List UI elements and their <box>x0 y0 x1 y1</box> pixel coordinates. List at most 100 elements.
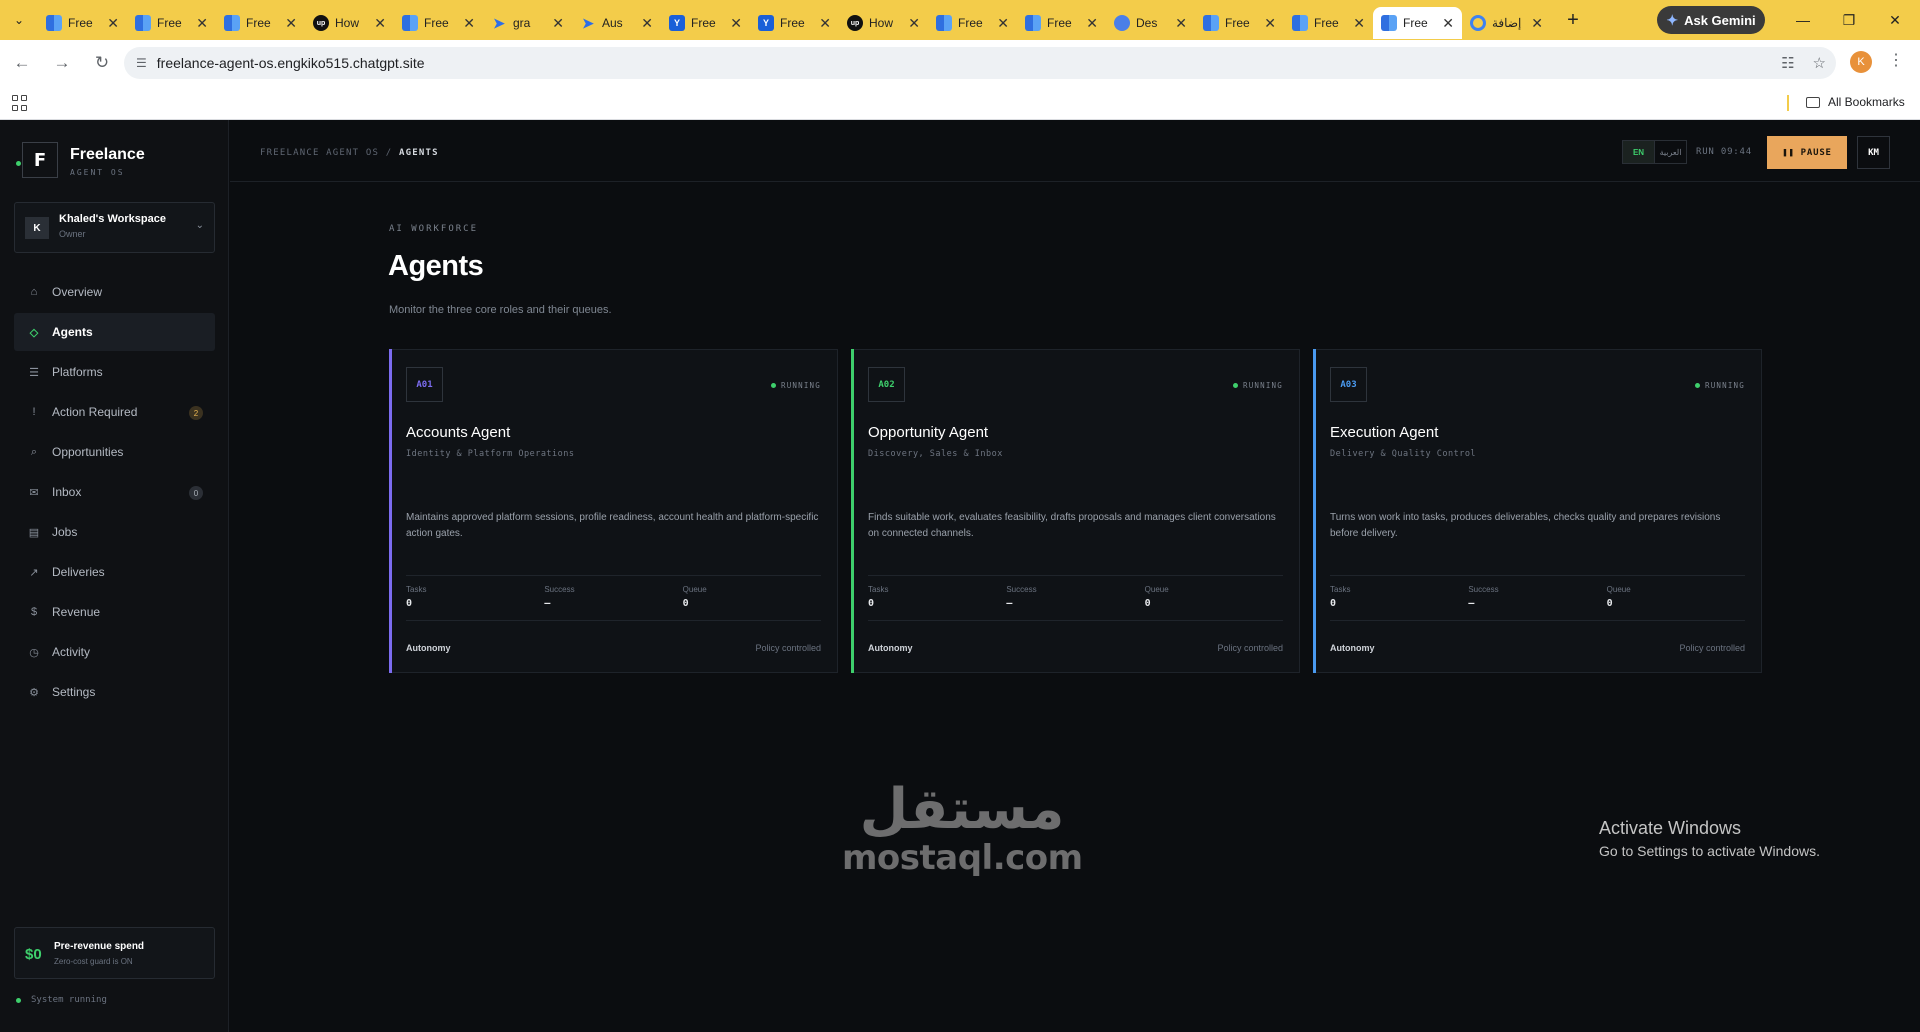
ask-gemini-button[interactable]: ✦ Ask Gemini <box>1657 6 1765 34</box>
pause-icon: ❚❚ <box>1782 147 1795 158</box>
browser-tab[interactable]: up How ✕ <box>839 7 928 39</box>
sidebar-item-overview[interactable]: ⌂ Overview <box>14 273 215 311</box>
browser-tab[interactable]: ➤ gra ✕ <box>483 7 572 39</box>
bookmark-star-icon[interactable]: ☆ <box>1813 54 1826 72</box>
arrow-icon: ➤ <box>582 14 594 31</box>
language-toggle: EN العربية <box>1622 140 1687 164</box>
close-tab-icon[interactable]: ✕ <box>997 15 1009 32</box>
lang-ar-button[interactable]: العربية <box>1655 141 1686 163</box>
browser-tab[interactable]: Free ✕ <box>38 7 127 39</box>
spend-amount: $0 <box>25 946 42 963</box>
workspace-switcher[interactable]: K Khaled's Workspace Owner ⌄ <box>14 202 215 253</box>
agent-role: Discovery, Sales & Inbox <box>868 449 1003 459</box>
status-badge: RUNNING <box>1232 381 1283 390</box>
agent-card[interactable]: A02 RUNNING Opportunity Agent Discovery, Sa… <box>851 349 1300 673</box>
browser-tab[interactable]: Free ✕ <box>1373 7 1462 39</box>
stat-value: 0 <box>1606 598 1613 609</box>
stat-value: — <box>1468 598 1475 609</box>
close-tab-icon[interactable]: ✕ <box>463 15 475 32</box>
close-tab-icon[interactable]: ✕ <box>196 15 208 32</box>
breadcrumb-root[interactable]: FREELANCE AGENT OS <box>260 148 379 158</box>
user-avatar[interactable]: KM <box>1857 136 1890 169</box>
browser-tab[interactable]: ➤ Aus ✕ <box>572 7 661 39</box>
all-bookmarks-label: All Bookmarks <box>1828 95 1905 109</box>
all-bookmarks-button[interactable]: All Bookmarks <box>1806 95 1905 109</box>
reload-button[interactable]: ↻ <box>84 45 120 81</box>
sidebar-item-revenue[interactable]: $ Revenue <box>14 593 215 631</box>
browser-tab[interactable]: Free ✕ <box>394 7 483 39</box>
tab-title: gra <box>513 16 531 30</box>
sidebar-item-label: Platforms <box>52 365 103 379</box>
restore-window-button[interactable]: ❐ <box>1826 0 1872 40</box>
browser-tab[interactable]: Free ✕ <box>1195 7 1284 39</box>
stat-queue: Queue 0 <box>1607 576 1745 620</box>
close-tab-icon[interactable]: ✕ <box>552 15 564 32</box>
sidebar-item-inbox[interactable]: ✉ Inbox 0 <box>14 473 215 511</box>
arrow-icon: ➤ <box>493 14 505 31</box>
browser-tab[interactable]: Free ✕ <box>216 7 305 39</box>
browser-tab[interactable]: Y Free ✕ <box>750 7 839 39</box>
brand[interactable]: F Freelance AGENT OS <box>22 142 145 178</box>
tab-search-chevron-icon[interactable]: ⌄ <box>0 0 38 40</box>
sidebar-item-opportunities[interactable]: ⌕ Opportunities <box>14 433 215 471</box>
grid-icon <box>135 15 151 31</box>
browser-tab[interactable]: Free ✕ <box>1284 7 1373 39</box>
browser-menu-icon[interactable]: ⋮ <box>1888 50 1904 70</box>
sidebar-item-deliveries[interactable]: ↗ Deliveries <box>14 553 215 591</box>
bookmarks-bar: All Bookmarks <box>0 86 1920 120</box>
apps-grid-icon[interactable] <box>12 95 28 111</box>
close-tab-icon[interactable]: ✕ <box>374 15 386 32</box>
sidebar-item-agents[interactable]: ◇ Agents <box>14 313 215 351</box>
close-tab-icon[interactable]: ✕ <box>1531 15 1543 32</box>
close-tab-icon[interactable]: ✕ <box>641 15 653 32</box>
agent-stats: Tasks 0 Success — Queue 0 <box>1330 575 1745 621</box>
address-bar-actions: ☷ ☆ <box>1781 47 1826 79</box>
profile-avatar[interactable]: K <box>1850 51 1872 73</box>
sidebar-item-jobs[interactable]: ▤ Jobs <box>14 513 215 551</box>
browser-toolbar: ← → ↻ ☰ freelance-agent-os.engkiko515.ch… <box>0 40 1920 86</box>
address-bar[interactable]: ☰ freelance-agent-os.engkiko515.chatgpt.… <box>124 47 1836 79</box>
back-button[interactable]: ← <box>4 45 40 81</box>
sidebar-item-action-required[interactable]: ! Action Required 2 <box>14 393 215 431</box>
close-tab-icon[interactable]: ✕ <box>908 15 920 32</box>
card-accent-bar <box>851 349 854 673</box>
clock-icon: ◷ <box>29 646 39 659</box>
browser-tab[interactable]: إضافة ✕ <box>1462 7 1551 39</box>
close-tab-icon[interactable]: ✕ <box>730 15 742 32</box>
close-window-button[interactable]: ✕ <box>1872 0 1918 40</box>
minimize-window-button[interactable]: — <box>1780 0 1826 40</box>
translate-icon[interactable]: ☷ <box>1781 54 1794 72</box>
tab-title: Free <box>246 16 271 30</box>
browser-tab[interactable]: Free ✕ <box>1017 7 1106 39</box>
brand-name: Freelance <box>70 146 145 163</box>
browser-tab[interactable]: Y Free ✕ <box>661 7 750 39</box>
close-tab-icon[interactable]: ✕ <box>1086 15 1098 32</box>
lang-en-button[interactable]: EN <box>1623 141 1655 163</box>
agent-card[interactable]: A03 RUNNING Execution Agent Delivery & Qual… <box>1313 349 1762 673</box>
tab-title: How <box>335 16 360 30</box>
top-bar: FREELANCE AGENT OS / AGENTS EN العربية R… <box>230 120 1920 182</box>
close-tab-icon[interactable]: ✕ <box>1353 15 1365 32</box>
browser-tab[interactable]: Des ✕ <box>1106 7 1195 39</box>
new-tab-button[interactable]: + <box>1557 4 1589 36</box>
sidebar-item-activity[interactable]: ◷ Activity <box>14 633 215 671</box>
close-tab-icon[interactable]: ✕ <box>1264 15 1276 32</box>
close-tab-icon[interactable]: ✕ <box>819 15 831 32</box>
close-tab-icon[interactable]: ✕ <box>107 15 119 32</box>
agent-code-badge: A02 <box>868 367 905 402</box>
browser-tab[interactable]: up How ✕ <box>305 7 394 39</box>
browser-tab[interactable]: Free ✕ <box>928 7 1017 39</box>
sidebar-item-settings[interactable]: ⚙ Settings <box>14 673 215 711</box>
close-tab-icon[interactable]: ✕ <box>1175 15 1187 32</box>
dollar-icon: $ <box>30 606 38 618</box>
forward-button[interactable]: → <box>44 45 80 81</box>
count-badge: 0 <box>189 486 203 500</box>
agent-card[interactable]: A01 RUNNING Accounts Agent Identity & Platf… <box>389 349 838 673</box>
browser-tab[interactable]: Free ✕ <box>127 7 216 39</box>
sidebar: F Freelance AGENT OS K Khaled's Workspac… <box>0 120 229 1032</box>
site-info-icon[interactable]: ☰ <box>136 56 147 70</box>
sidebar-item-platforms[interactable]: ☰ Platforms <box>14 353 215 391</box>
pause-button[interactable]: ❚❚ PAUSE <box>1767 136 1847 169</box>
close-tab-icon[interactable]: ✕ <box>285 15 297 32</box>
close-tab-icon[interactable]: ✕ <box>1442 15 1454 32</box>
